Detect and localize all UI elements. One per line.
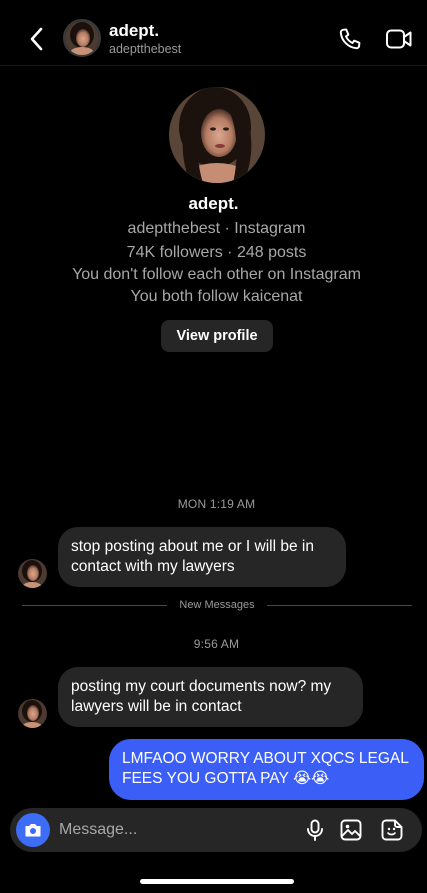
back-chevron-icon[interactable]	[26, 24, 48, 54]
sticker-icon[interactable]	[380, 818, 404, 842]
image-icon[interactable]	[339, 818, 363, 842]
message-composer	[10, 808, 422, 852]
timestamp: MON 1:19 AM	[177, 497, 256, 511]
header-avatar[interactable]	[63, 19, 101, 57]
chat-header: adept. adeptthebest	[0, 0, 427, 66]
camera-icon	[25, 824, 41, 837]
profile-avatar[interactable]	[169, 87, 265, 183]
header-name[interactable]: adept.	[109, 21, 159, 41]
outgoing-message[interactable]: LMFAOO WORRY ABOUT XQCS LEGAL FEES YOU G…	[109, 739, 424, 800]
phone-icon[interactable]	[337, 26, 363, 52]
microphone-icon[interactable]	[303, 818, 327, 842]
follow-status: You don't follow each other on Instagram	[72, 266, 361, 283]
header-handle[interactable]: adeptthebest	[109, 42, 181, 56]
sender-avatar[interactable]	[18, 699, 47, 728]
mutual-follow: You both follow kaicenat	[130, 288, 303, 305]
timestamp: 9:56 AM	[193, 637, 240, 651]
incoming-message[interactable]: stop posting about me or I will be in co…	[58, 527, 346, 587]
video-camera-icon[interactable]	[385, 27, 413, 51]
sender-avatar[interactable]	[18, 559, 47, 588]
profile-source: adeptthebest · Instagram	[127, 220, 306, 237]
divider-line	[267, 605, 412, 606]
incoming-message[interactable]: posting my court documents now? my lawye…	[58, 667, 363, 727]
home-indicator[interactable]	[140, 879, 294, 884]
new-messages-divider: New Messages	[22, 599, 412, 611]
camera-button[interactable]	[16, 813, 50, 847]
profile-stats: 74K followers · 248 posts	[126, 244, 307, 261]
message-input[interactable]	[59, 820, 289, 840]
profile-name: adept.	[188, 194, 239, 213]
view-profile-button[interactable]: View profile	[161, 320, 273, 352]
